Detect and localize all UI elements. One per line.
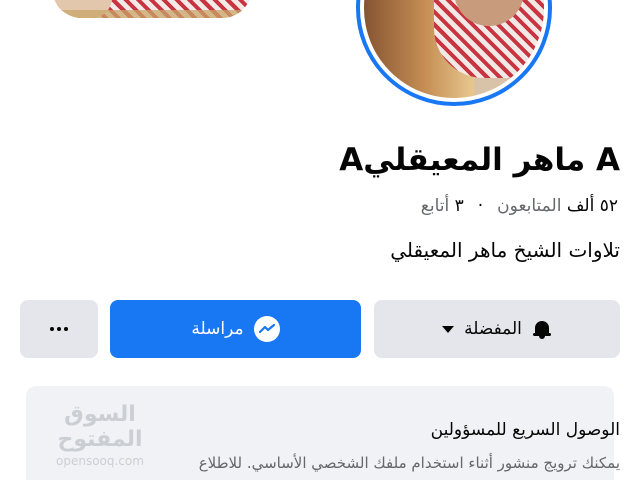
card-title: الوصول السريع للمسؤولين [430,420,620,440]
cover-photo-rim [52,10,252,18]
followers-label: المتابعون [497,196,562,216]
profile-stats: ٥٢ ألف المتابعون · ٣ أتابع [421,192,618,220]
messenger-icon [253,316,280,342]
avatar-image [364,0,544,98]
more-options-button[interactable] [20,300,98,358]
followers-link[interactable]: ٥٢ ألف المتابعون [497,196,618,216]
profile-name-row: A ماهر المعيقليA [339,138,620,182]
following-label: أتابع [420,196,450,216]
message-label: مراسلة [191,319,244,339]
following-link[interactable]: ٣ أتابع [421,196,464,216]
card-text[interactable]: يمكنك ترويج منشور أثناء استخدام ملفك الش… [199,454,620,472]
message-button[interactable]: مراسلة [110,300,361,358]
favorites-label: المفضلة [464,319,522,339]
watermark-arabic: السوق المفتوح [57,402,143,452]
bell-icon [532,319,552,339]
watermark-latin: opensooq.com [56,454,144,468]
stats-separator: · [477,196,484,216]
cover-photo [52,0,252,18]
watermark-logo: السوق المفتوح opensooq.com [20,402,180,468]
caret-down-icon [442,325,455,333]
more-dots-icon [50,327,68,331]
profile-avatar[interactable] [356,0,552,106]
profile-bio: تلاوات الشيخ ماهر المعيقلي [390,238,620,262]
favorites-button[interactable]: المفضلة [374,300,620,358]
followers-count: ٥٢ ألف [566,196,618,216]
following-count: ٣ [454,196,464,216]
profile-name: A ماهر المعيقليA [339,142,620,178]
